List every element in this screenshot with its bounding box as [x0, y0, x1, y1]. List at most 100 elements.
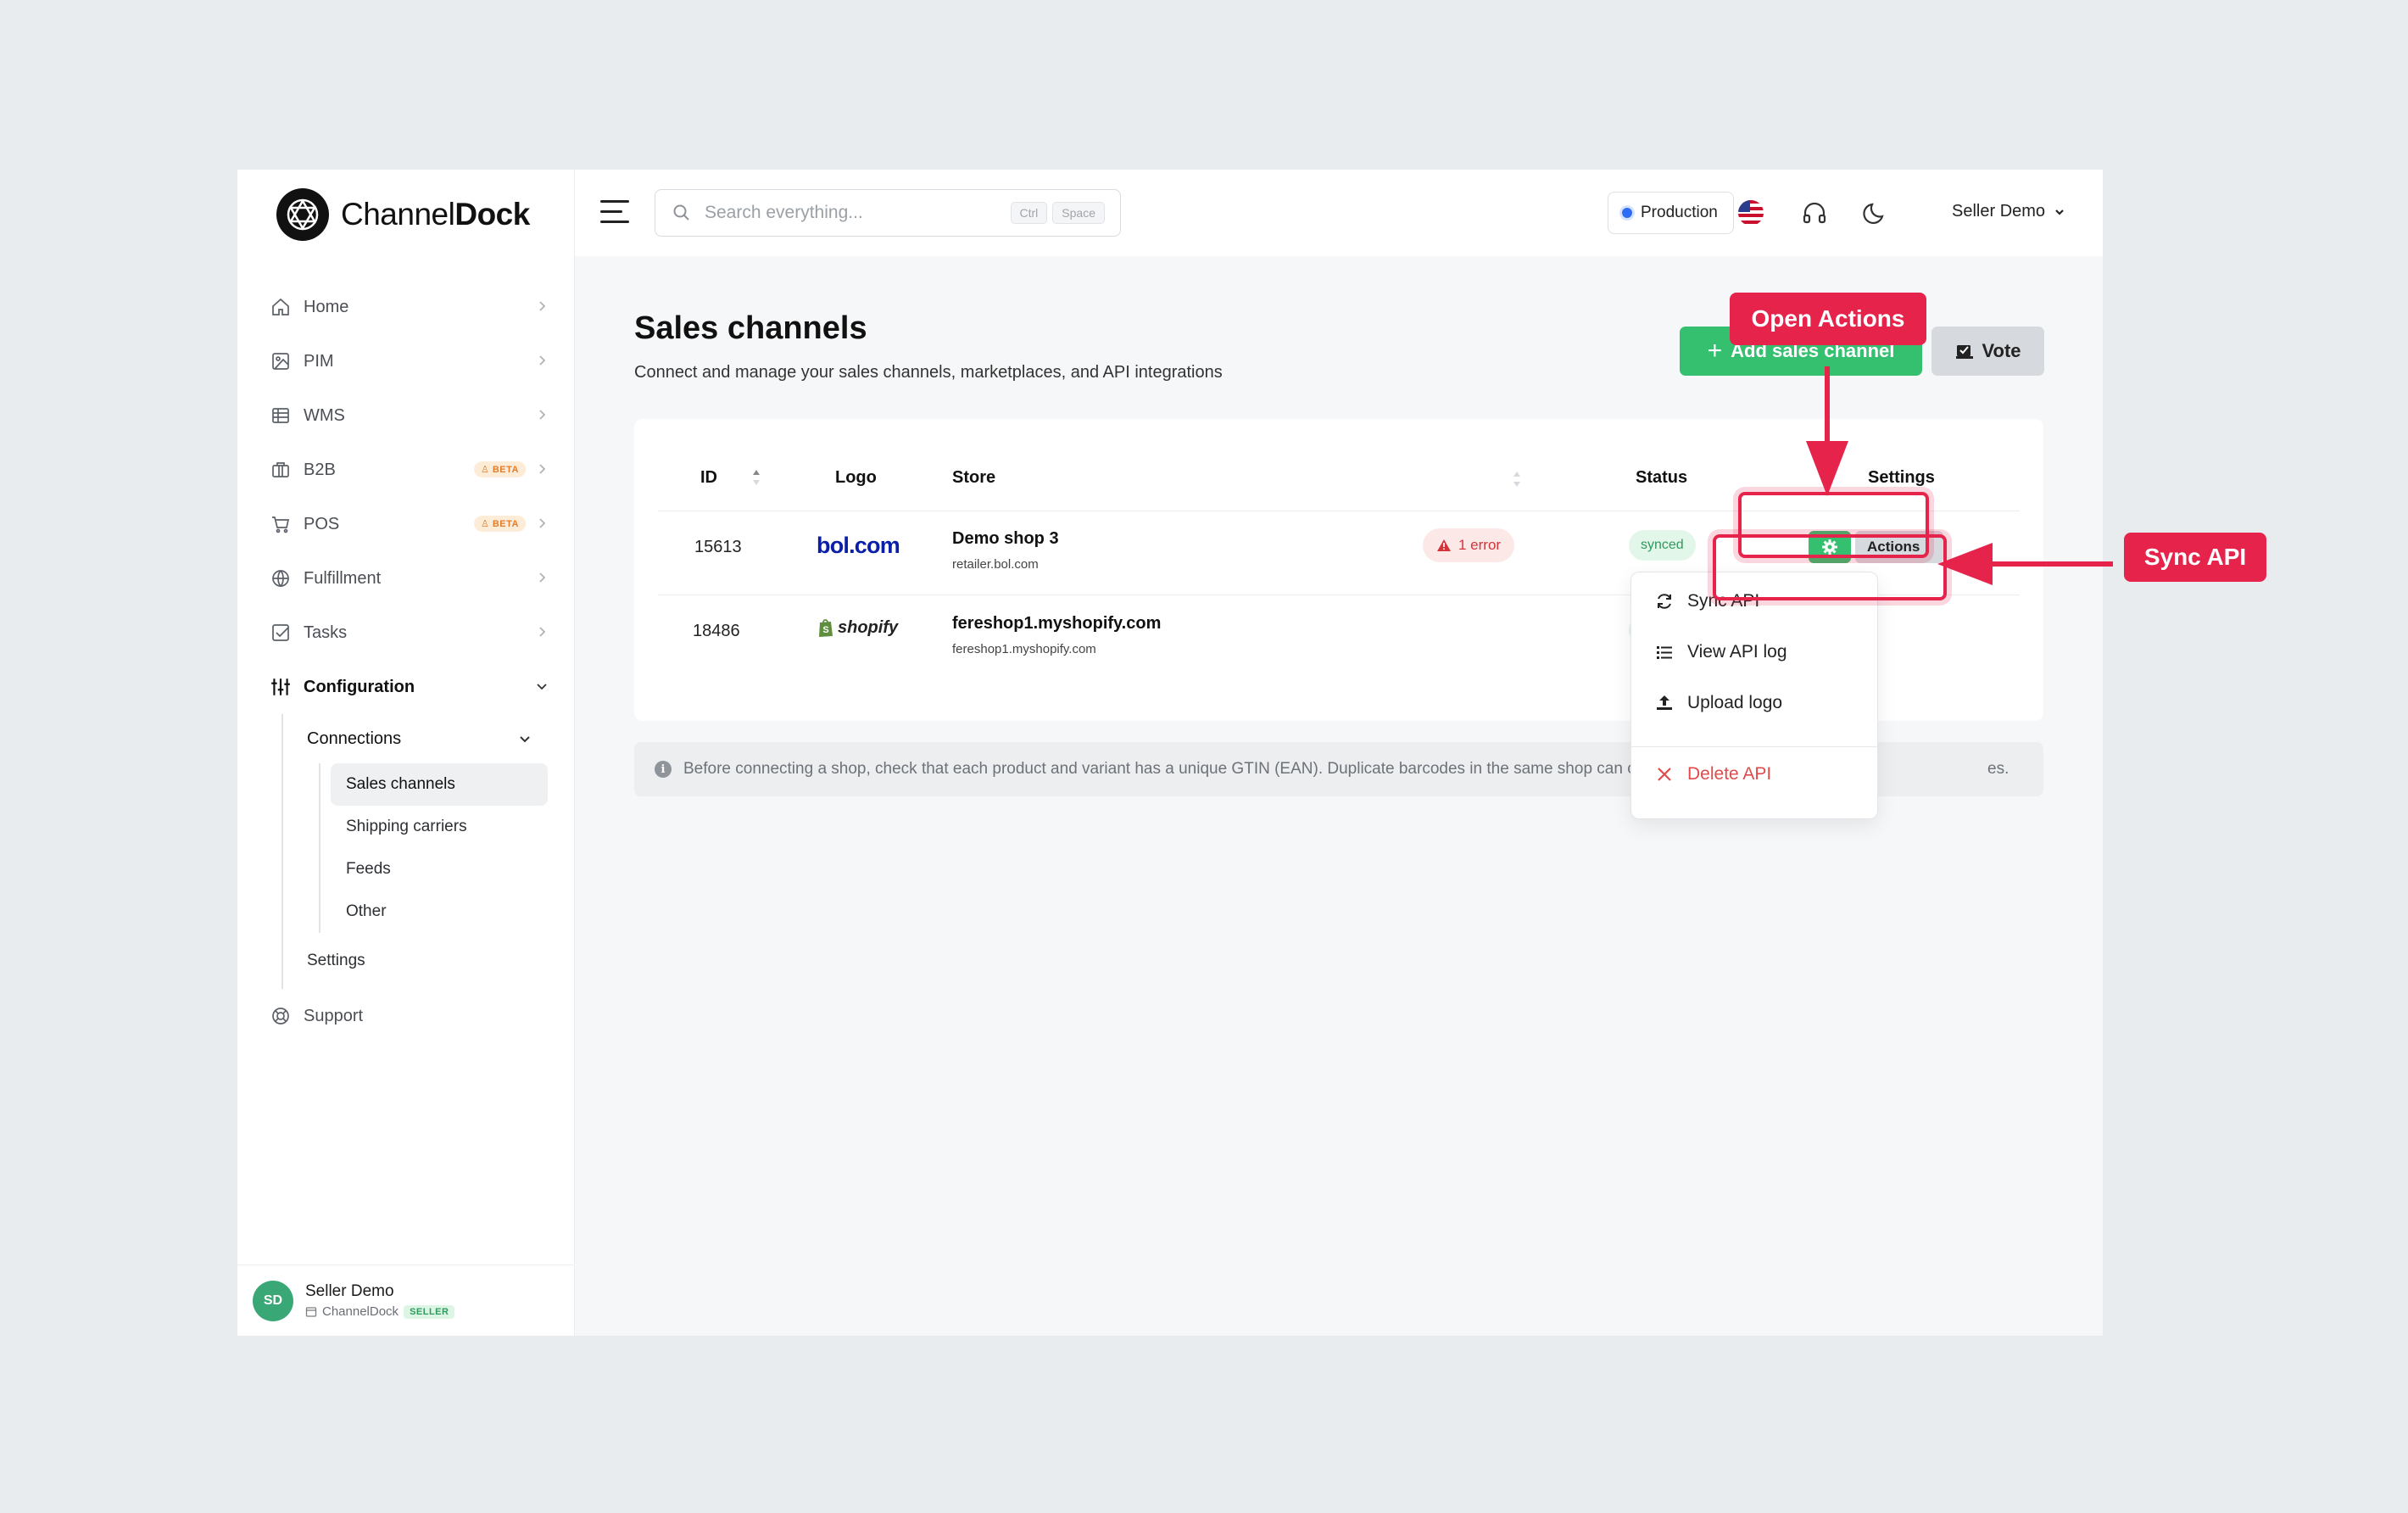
- chevron-right-icon: [539, 410, 546, 420]
- column-header-store[interactable]: Store: [952, 468, 995, 488]
- refresh-icon: [1658, 594, 1671, 609]
- globe-icon: [270, 567, 292, 589]
- search-box[interactable]: Ctrl Space: [655, 189, 1121, 237]
- sidebar-item-support[interactable]: Support: [270, 989, 549, 1043]
- connections-submenu: Sales channels Shipping carriers Feeds O…: [319, 763, 549, 933]
- chevron-down-icon: [2055, 209, 2064, 215]
- menu-item-upload-logo[interactable]: Upload logo: [1655, 693, 1782, 713]
- sidebar-item-label: Configuration: [304, 677, 415, 696]
- store-icon: [305, 1306, 317, 1317]
- sliders-icon: [270, 676, 292, 698]
- actions-dropdown-menu: Sync API View API log Upload logo Delete…: [1630, 572, 1878, 819]
- sidebar-item-configuration[interactable]: Configuration: [270, 660, 549, 714]
- checkbox-icon: [270, 622, 292, 644]
- vote-button[interactable]: Vote: [1931, 327, 2044, 376]
- current-user[interactable]: SD Seller Demo ChannelDock SELLER: [237, 1265, 575, 1336]
- divider: [1631, 746, 1877, 747]
- sidebar-item-tasks[interactable]: Tasks: [270, 606, 549, 660]
- menu-toggle-icon[interactable]: [600, 200, 629, 226]
- submenu-item-feeds[interactable]: Feeds: [331, 848, 548, 890]
- submenu-item-shipping-carriers[interactable]: Shipping carriers: [331, 806, 548, 848]
- brand-name: ChannelDock: [341, 197, 530, 232]
- sidebar-item-pim[interactable]: PIM: [270, 334, 549, 388]
- headphones-icon[interactable]: [1801, 199, 1828, 226]
- sidebar-item-label: Tasks: [304, 623, 348, 642]
- user-menu[interactable]: Seller Demo: [1952, 202, 2065, 221]
- chevron-down-icon: [537, 684, 547, 690]
- sidebar-item-pos[interactable]: POS ♙ BETA: [270, 497, 549, 551]
- cart-icon: [270, 513, 292, 535]
- chevron-right-icon: [539, 464, 546, 474]
- row-store[interactable]: Demo shop 3 retailer.bol.com: [952, 529, 1059, 572]
- sidebar-item-b2b[interactable]: B2B ♙ BETA: [270, 443, 549, 497]
- sidebar-item-fulfillment[interactable]: Fulfillment: [270, 551, 549, 606]
- moon-icon[interactable]: [1862, 199, 1889, 226]
- column-header-id[interactable]: ID: [700, 468, 717, 488]
- column-header-settings: Settings: [1868, 468, 1935, 487]
- beta-badge: ♙ BETA: [473, 516, 526, 532]
- status-dot: [1622, 208, 1632, 218]
- chevron-down-icon: [520, 736, 530, 743]
- close-icon: [1658, 768, 1671, 781]
- sidebar-item-label: PIM: [304, 351, 334, 371]
- submenu-item-other[interactable]: Other: [331, 890, 548, 933]
- sidebar-item-label: POS: [304, 514, 340, 533]
- shopify-logo: S shopify: [817, 617, 898, 638]
- search-input[interactable]: [705, 203, 993, 223]
- row-store[interactable]: fereshop1.myshopify.com fereshop1.myshop…: [952, 614, 1161, 656]
- sidebar-item-label: Fulfillment: [304, 568, 382, 588]
- lifebuoy-icon: [270, 1005, 292, 1027]
- sidebar-item-label: WMS: [304, 405, 345, 425]
- upload-icon: [1657, 695, 1672, 710]
- submenu-item-sales-channels[interactable]: Sales channels: [331, 763, 548, 806]
- warning-icon: [1437, 539, 1451, 551]
- page-subtitle: Connect and manage your sales channels, …: [634, 363, 1223, 382]
- row-id: 18486: [693, 622, 740, 640]
- column-header-logo: Logo: [835, 468, 877, 487]
- sort-icon[interactable]: [751, 468, 761, 487]
- sidebar-item-wms[interactable]: WMS: [270, 388, 549, 443]
- keyboard-shortcut: Ctrl Space: [1010, 202, 1105, 224]
- role-badge: SELLER: [404, 1304, 455, 1319]
- ballot-icon: [1956, 345, 1974, 359]
- error-badge[interactable]: 1 error: [1423, 528, 1515, 562]
- menu-item-delete-api[interactable]: Delete API: [1655, 764, 1771, 784]
- highlight-box-sync: [1713, 534, 1947, 600]
- chevron-right-icon: [539, 518, 546, 528]
- sidebar: ChannelDock Home PIM WMS B2B ♙ BETA POS …: [237, 170, 575, 1336]
- image-icon: [270, 350, 292, 372]
- callout-sync-api: Sync API: [2124, 533, 2266, 582]
- chevron-right-icon: [539, 301, 546, 311]
- chevron-right-icon: [539, 627, 546, 637]
- channeldock-logo-icon: [276, 188, 329, 241]
- info-icon: i: [655, 761, 672, 778]
- list-icon: [1657, 646, 1672, 659]
- table-icon: [270, 405, 292, 427]
- callout-open-actions: Open Actions: [1730, 293, 1926, 345]
- avatar: SD: [253, 1280, 293, 1321]
- submenu-connections[interactable]: Connections: [307, 714, 549, 763]
- home-icon: [270, 296, 292, 318]
- topbar: Ctrl Space Production Seller Demo: [575, 170, 2103, 256]
- column-header-status: Status: [1636, 468, 1688, 487]
- menu-item-view-api-log[interactable]: View API log: [1655, 642, 1787, 662]
- row-id: 15613: [694, 538, 742, 556]
- user-org: ChannelDock SELLER: [305, 1304, 455, 1319]
- bol-logo: bol.com: [817, 533, 900, 558]
- us-flag-icon[interactable]: [1738, 200, 1764, 226]
- submenu-item-settings[interactable]: Settings: [307, 933, 549, 989]
- sidebar-item-label: Support: [304, 1006, 364, 1025]
- sidebar-nav: Home PIM WMS B2B ♙ BETA POS ♙ BETA Fulfi…: [270, 280, 549, 1043]
- shopify-bag-icon: S: [819, 619, 833, 637]
- configuration-submenu: Connections Sales channels Shipping carr…: [281, 714, 549, 989]
- status-badge: synced: [1629, 530, 1696, 561]
- user-name: Seller Demo: [305, 1282, 394, 1300]
- sidebar-item-label: B2B: [304, 460, 336, 479]
- page-title: Sales channels: [634, 310, 867, 346]
- brand-logo[interactable]: ChannelDock: [276, 188, 530, 241]
- environment-switch[interactable]: Production: [1608, 192, 1734, 234]
- search-icon: [673, 204, 689, 221]
- sort-icon[interactable]: [1512, 470, 1522, 489]
- sidebar-item-home[interactable]: Home: [270, 280, 549, 334]
- chevron-right-icon: [539, 572, 546, 583]
